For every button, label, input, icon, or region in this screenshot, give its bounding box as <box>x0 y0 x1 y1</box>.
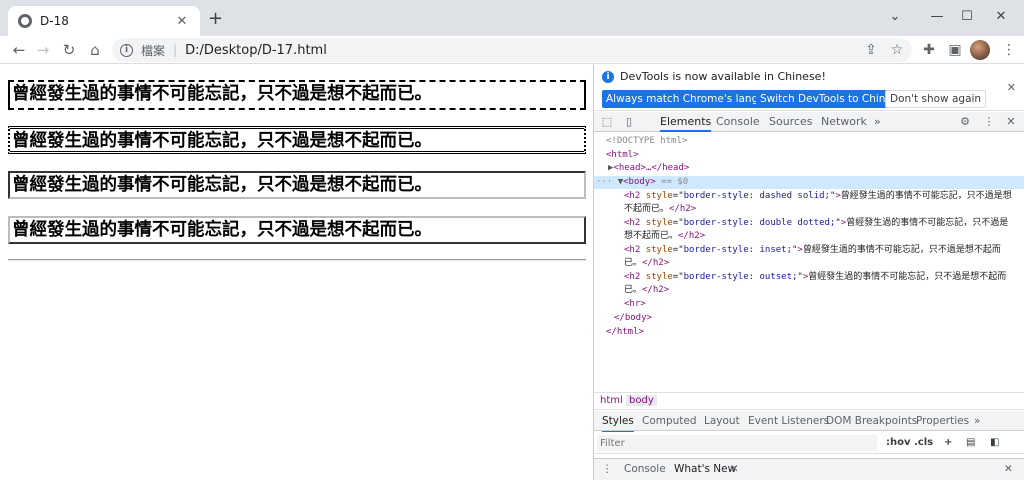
heading-outset: 曾經發生過的事情不可能忘記，只不過是想不起而已。 <box>8 216 586 244</box>
dom-html-open[interactable]: <html> <box>594 149 1024 162</box>
new-tab-button[interactable]: + <box>208 10 223 28</box>
close-drawer-icon[interactable]: ✕ <box>1004 459 1013 480</box>
maximize-button[interactable]: ☐ <box>952 6 982 28</box>
dom-h2-row[interactable]: <h2 style="border-style: outset;">曾經發生過的… <box>594 271 1024 284</box>
close-tab-icon[interactable]: ✕ <box>174 14 190 29</box>
inspect-icon[interactable]: ⬚ <box>600 115 614 129</box>
dom-doctype[interactable]: <!DOCTYPE html> <box>594 135 1024 148</box>
infobar-message: DevTools is now available in Chinese! <box>620 70 826 83</box>
reload-button[interactable]: ↻ <box>58 39 80 61</box>
close-whats-new-icon[interactable]: ✕ <box>730 459 739 480</box>
dom-head[interactable]: ▶<head>…</head> <box>594 162 1024 175</box>
device-toggle-icon[interactable]: ▯ <box>622 115 636 129</box>
devtools-panel: i DevTools is now available in Chinese! … <box>593 65 1024 480</box>
computed-sidebar-icon[interactable]: ◧ <box>990 435 999 451</box>
dom-h2-row[interactable]: <h2 style="border-style: double dotted;"… <box>594 217 1024 230</box>
home-button[interactable]: ⌂ <box>84 39 106 61</box>
close-infobar-icon[interactable]: ✕ <box>1007 81 1016 94</box>
dom-h2-row[interactable]: <h2 style="border-style: inset;">曾經發生過的事… <box>594 244 1024 257</box>
close-window-button[interactable]: ✕ <box>986 6 1016 28</box>
drawer-menu-icon[interactable]: ⋮ <box>602 459 613 480</box>
tab-search-icon[interactable]: ⌄ <box>880 6 910 28</box>
paint-icon[interactable]: ▤ <box>966 435 975 451</box>
tab-dom-breakpoints[interactable]: DOM Breakpoints <box>826 411 917 431</box>
avatar[interactable] <box>970 40 990 60</box>
browser-toolbar: ← → ↻ ⌂ i 檔案 | D:/Desktop/D-17.html ⇪ ☆ … <box>0 36 1024 64</box>
tab-properties[interactable]: Properties <box>916 411 969 431</box>
language-infobar: i DevTools is now available in Chinese! … <box>594 65 1024 111</box>
globe-icon <box>18 14 32 28</box>
more-tabs-icon[interactable]: » <box>874 112 881 132</box>
tab-console[interactable]: Console <box>716 112 760 132</box>
crumb-html[interactable]: html <box>597 395 626 406</box>
new-rule-button[interactable]: + <box>944 435 952 451</box>
devtools-drawer: ⋮ Console What's New ✕ ✕ <box>594 458 1024 480</box>
tab-elements[interactable]: Elements <box>660 112 712 132</box>
tab-title: D-18 <box>40 14 69 28</box>
minimize-button[interactable]: — <box>922 6 952 28</box>
tab-layout[interactable]: Layout <box>704 411 740 431</box>
address-bar[interactable]: i 檔案 | D:/Desktop/D-17.html <box>112 38 912 62</box>
tab-computed[interactable]: Computed <box>642 411 697 431</box>
breadcrumb: html body <box>594 392 1024 410</box>
browser-tab[interactable]: D-18 ✕ <box>8 6 200 36</box>
menu-icon[interactable]: ⋮ <box>998 39 1020 61</box>
dom-h2-row-cont: 想不起而已。</h2> <box>624 231 706 241</box>
url-text: D:/Desktop/D-17.html <box>185 42 327 58</box>
heading-double-dotted: 曾經發生過的事情不可能忘記，只不過是想不起而已。 <box>8 126 586 154</box>
tab-sources[interactable]: Sources <box>769 112 813 132</box>
bookmark-star-icon[interactable]: ☆ <box>886 39 908 61</box>
drawer-tab-whats-new[interactable]: What's New <box>674 459 736 480</box>
heading-inset: 曾經發生過的事情不可能忘記，只不過是想不起而已。 <box>8 171 586 199</box>
crumb-body[interactable]: body <box>626 395 657 406</box>
info-icon: i <box>602 70 614 83</box>
tab-network[interactable]: Network <box>821 112 867 132</box>
divider: | <box>173 43 178 57</box>
hover-toggle[interactable]: :hov <box>886 435 911 451</box>
dom-h2-row-cont: 不起而已。</h2> <box>624 204 697 214</box>
extensions-icon[interactable]: ✚ <box>918 39 940 61</box>
dom-h2-row-cont: 已。</h2> <box>624 285 670 295</box>
side-panel-icon[interactable]: ▣ <box>944 39 966 61</box>
drawer-tab-console[interactable]: Console <box>624 459 666 480</box>
styles-filter-bar: :hov .cls + ▤ ◧ <box>594 432 1024 454</box>
dom-h2-row-cont: 已。</h2> <box>624 258 670 268</box>
dom-h2-row[interactable]: <h2 style="border-style: dashed solid;">… <box>594 190 1024 203</box>
tab-styles[interactable]: Styles <box>602 411 634 433</box>
site-info-icon[interactable]: i <box>120 43 133 57</box>
page-content: 曾經發生過的事情不可能忘記，只不過是想不起而已。 曾經發生過的事情不可能忘記，只… <box>0 65 592 480</box>
forward-button[interactable]: → <box>32 39 54 61</box>
title-bar: D-18 ✕ + ⌄ — ☐ ✕ <box>0 0 1024 36</box>
dont-show-button[interactable]: Don't show again <box>885 90 987 108</box>
more-style-tabs-icon[interactable]: » <box>974 411 980 431</box>
horizontal-rule <box>8 259 586 261</box>
devtools-tabbar: ⬚ ▯ Elements Console Sources Network » ⚙… <box>594 112 1024 132</box>
back-button[interactable]: ← <box>8 39 30 61</box>
heading-dashed-solid: 曾經發生過的事情不可能忘記，只不過是想不起而已。 <box>8 80 586 110</box>
filter-input[interactable] <box>597 435 877 451</box>
share-icon[interactable]: ⇪ <box>860 39 882 61</box>
settings-gear-icon[interactable]: ⚙ <box>958 115 972 129</box>
scheme-label: 檔案 <box>141 43 166 58</box>
close-devtools-icon[interactable]: ✕ <box>1004 115 1018 129</box>
dom-html-close[interactable]: </html> <box>594 326 1024 339</box>
dom-body-close[interactable]: </body> <box>594 312 1024 325</box>
dom-tree: <!DOCTYPE html> <html> ▶<head>…</head> ·… <box>594 135 1024 390</box>
dom-hr[interactable]: <hr> <box>594 298 1024 311</box>
dom-body-selected[interactable]: ··· ▼<body> == $0 <box>594 176 1024 189</box>
styles-tabbar: Styles Computed Layout Event Listeners D… <box>594 411 1024 433</box>
tab-event-listeners[interactable]: Event Listeners <box>748 411 829 431</box>
devtools-menu-icon[interactable]: ⋮ <box>982 115 996 129</box>
class-toggle[interactable]: .cls <box>914 435 933 451</box>
